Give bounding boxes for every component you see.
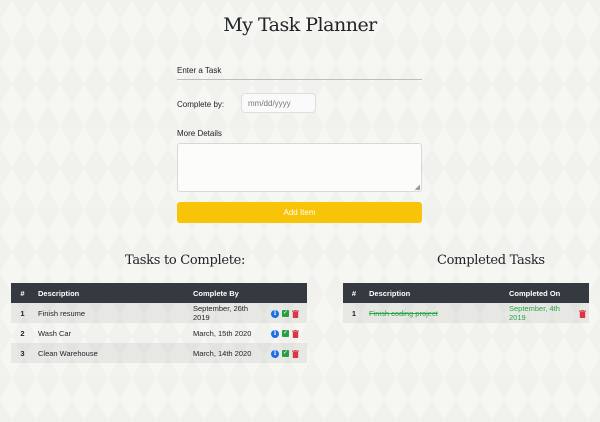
row-actions: i ✓ <box>267 343 307 363</box>
complete-by-date-input[interactable]: mm/dd/yyyy <box>241 93 316 113</box>
trash-icon[interactable] <box>579 309 586 318</box>
more-details-textarea[interactable]: ◢ <box>177 143 422 192</box>
task-description: Wash Car <box>38 328 72 338</box>
task-due-date: March, 15th 2020 <box>193 328 252 338</box>
tasks-table: # Description Complete By 1 Finish resum… <box>11 283 307 363</box>
task-description: Finish resume <box>34 303 189 323</box>
checkbox-icon[interactable]: ✓ <box>282 330 289 337</box>
task-due-date: March, 14th 2020 <box>189 343 267 363</box>
more-details-label: More Details <box>177 129 222 138</box>
row-number: 3 <box>11 343 34 363</box>
column-header-complete-by: Complete By <box>189 283 267 303</box>
row-number: 1 <box>343 303 365 323</box>
column-header-actions <box>575 283 589 303</box>
trash-icon[interactable] <box>292 329 299 338</box>
complete-by-label: Complete by: <box>177 100 225 109</box>
row-actions: i ✓ <box>267 303 307 323</box>
tasks-to-complete-title: Tasks to Complete: <box>125 253 246 268</box>
column-header-num: # <box>11 283 34 303</box>
info-icon[interactable]: i <box>271 329 279 338</box>
add-item-button[interactable]: Add Item <box>177 202 422 223</box>
completed-table: # Description Completed On 1 Finish codi… <box>343 283 589 323</box>
column-header-description: Description <box>34 283 189 303</box>
column-header-description: Description <box>365 283 505 303</box>
row-number: 2 <box>20 328 25 338</box>
task-input[interactable] <box>177 62 422 80</box>
checkbox-icon[interactable]: ✓ <box>282 350 289 357</box>
task-description: Clean Warehouse <box>34 343 189 363</box>
info-icon[interactable]: i <box>271 349 279 358</box>
resize-grip-icon[interactable]: ◢ <box>415 184 420 191</box>
row-number: 1 <box>11 303 34 323</box>
table-row: 2 Wash Car March, 15th 2020 i ✓ <box>11 323 307 343</box>
column-header-completed-on: Completed On <box>505 283 575 303</box>
table-row: 1 Finish coding project September, 4th 2… <box>343 303 589 323</box>
info-icon[interactable]: i <box>271 309 279 318</box>
trash-icon[interactable] <box>292 349 299 358</box>
tasks-table-header: # Description Complete By <box>11 283 307 303</box>
completed-task-description: Finish coding project <box>365 303 505 323</box>
completed-on-date: September, 4th 2019 <box>505 303 575 323</box>
row-actions <box>575 303 589 323</box>
row-actions: i ✓ <box>267 323 307 343</box>
table-row: 3 Clean Warehouse March, 14th 2020 i ✓ <box>11 343 307 363</box>
completed-table-header: # Description Completed On <box>343 283 589 303</box>
task-due-date: September, 26th 2019 <box>189 303 267 323</box>
trash-icon[interactable] <box>292 309 299 318</box>
column-header-actions <box>267 283 307 303</box>
checkbox-icon[interactable]: ✓ <box>282 310 289 317</box>
completed-tasks-title: Completed Tasks <box>437 253 545 268</box>
table-row: 1 Finish resume September, 26th 2019 i ✓ <box>11 303 307 323</box>
column-header-num: # <box>343 283 365 303</box>
app-title: My Task Planner <box>223 14 377 36</box>
